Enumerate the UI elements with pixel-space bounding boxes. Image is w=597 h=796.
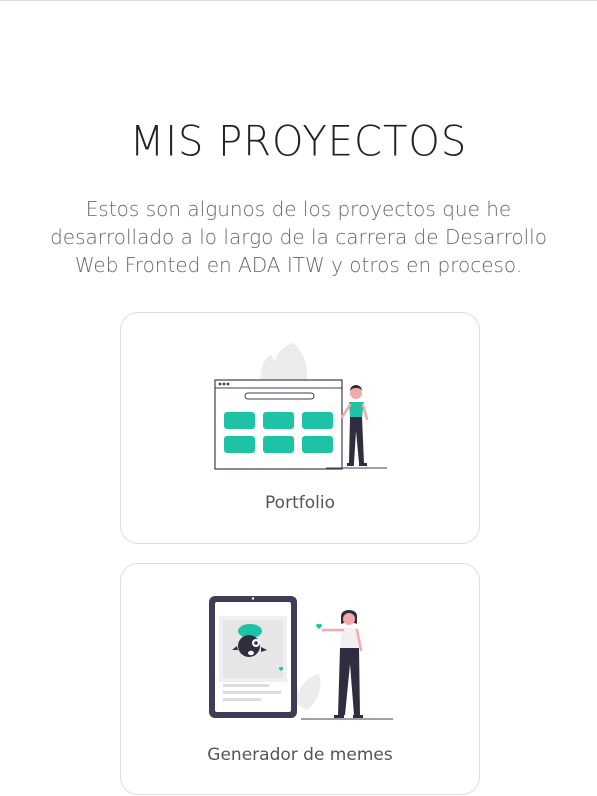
project-card-label: Portfolio bbox=[265, 493, 335, 513]
person-figure bbox=[340, 385, 369, 466]
person-figure bbox=[321, 610, 363, 718]
project-card-portfolio[interactable]: Portfolio bbox=[120, 312, 480, 544]
website-builder-illustration bbox=[214, 343, 387, 470]
projects-section: MIS PROYECTOS Estos son algunos de los p… bbox=[0, 0, 597, 796]
page-title: MIS PROYECTOS bbox=[129, 117, 468, 167]
project-card-meme-generator[interactable]: Generador de memes bbox=[120, 563, 480, 795]
tablet-meme-illustration bbox=[209, 596, 393, 720]
project-card-label: Generador de memes bbox=[207, 745, 393, 765]
section-description: Estos son algunos de los proyectos que h… bbox=[50, 197, 547, 277]
